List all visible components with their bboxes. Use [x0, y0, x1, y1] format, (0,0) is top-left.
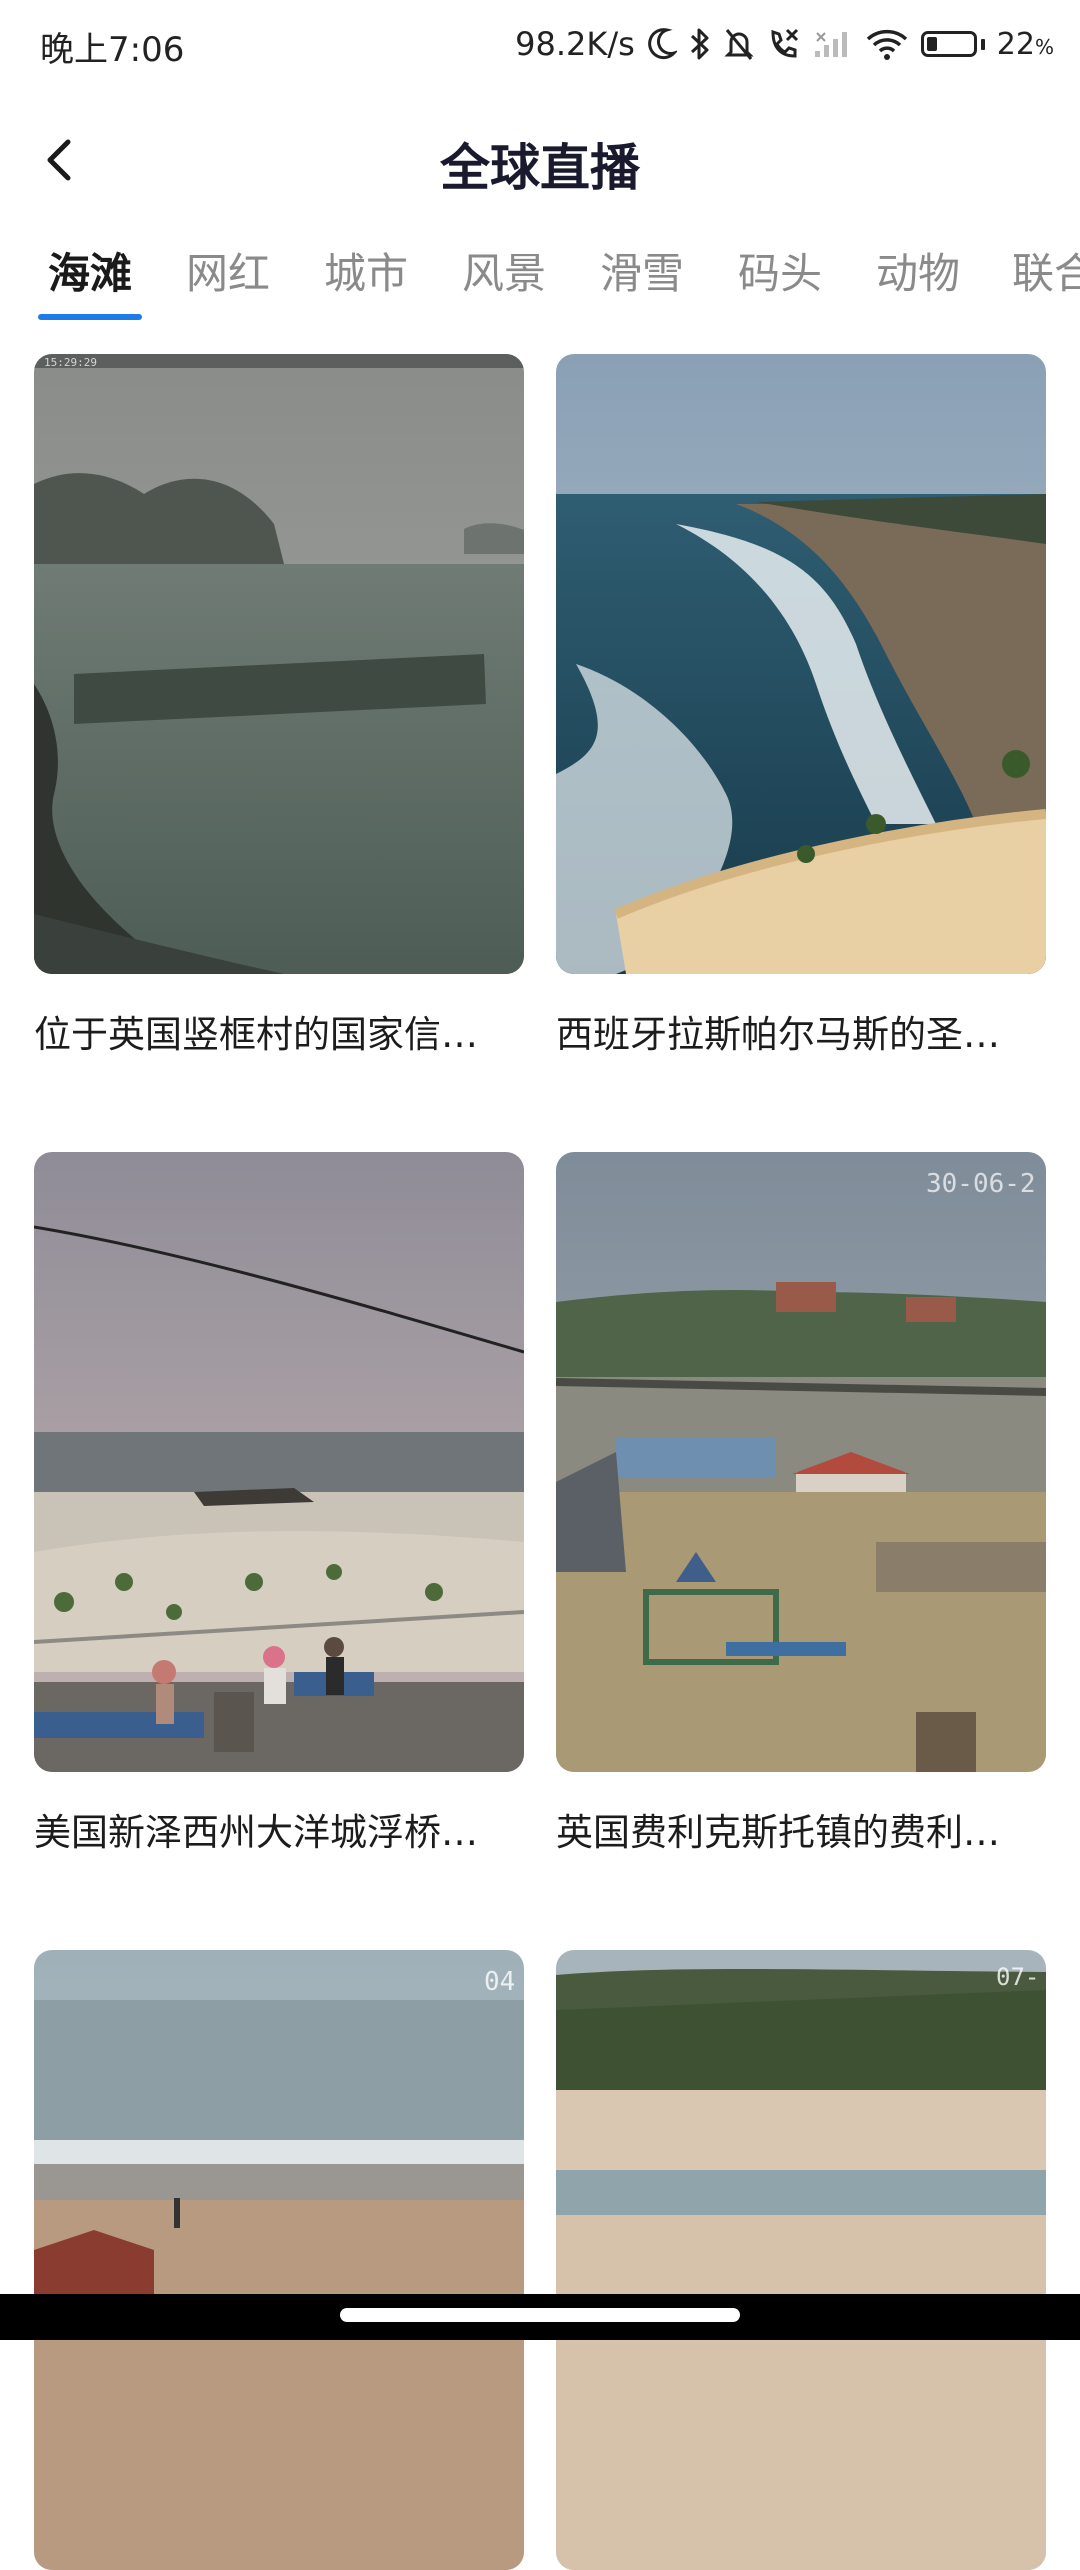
card-title: 美国新泽西州大洋城浮桥…: [34, 1811, 478, 1854]
video-timestamp: 07-: [996, 1963, 1039, 1991]
live-card[interactable]: 西班牙拉斯帕尔马斯的圣…: [556, 354, 1046, 1058]
active-tab-indicator: [38, 314, 142, 320]
cellular-signal-icon: [813, 29, 853, 59]
bluetooth-icon: [689, 26, 711, 62]
bell-muted-icon: [723, 26, 755, 62]
battery-icon: [920, 31, 985, 57]
tab-united[interactable]: 联合: [1012, 240, 1080, 301]
live-thumbnail[interactable]: 30-06-2: [556, 1152, 1046, 1772]
status-icons: 98.2K/s 22%: [515, 20, 1054, 68]
status-time: 晚上7:06: [40, 30, 185, 70]
live-card[interactable]: 15:29:29 位于英国竖框村的国家信…: [34, 354, 524, 1058]
video-timestamp: 04: [484, 1967, 515, 1997]
call-forward-icon: [767, 26, 801, 62]
video-timestamp: 15:29:29: [44, 356, 97, 369]
page-title: 全球直播: [440, 139, 640, 197]
live-thumbnail[interactable]: 15:29:29: [34, 354, 524, 974]
live-card[interactable]: 30-06-2 英国费利克斯托镇的费利…: [556, 1152, 1046, 1856]
live-thumbnail[interactable]: 07-: [556, 1950, 1046, 2570]
tab-beach[interactable]: 海滩: [48, 240, 132, 301]
live-card[interactable]: 美国新泽西州大洋城浮桥…: [34, 1152, 524, 1856]
category-tabs: 海滩 网红 城市 风景 滑雪 码头 动物 联合: [0, 230, 1080, 326]
status-bar: 晚上7:06 98.2K/s 22%: [0, 0, 1080, 92]
tab-dock[interactable]: 码头: [738, 240, 822, 301]
header: 全球直播: [0, 110, 1080, 210]
tab-influencer[interactable]: 网红: [186, 240, 270, 301]
tab-city[interactable]: 城市: [324, 240, 408, 301]
battery-percent: 22%: [996, 26, 1054, 62]
tab-skiing[interactable]: 滑雪: [600, 240, 684, 301]
live-card[interactable]: 04: [34, 1950, 524, 2570]
live-thumbnail[interactable]: 04: [34, 1950, 524, 2570]
tab-scenery[interactable]: 风景: [462, 240, 546, 301]
wifi-icon: [865, 27, 909, 61]
card-title: 位于英国竖框村的国家信…: [34, 1013, 478, 1056]
network-speed: 98.2K/s: [515, 25, 635, 63]
live-thumbnail[interactable]: [34, 1152, 524, 1772]
live-card[interactable]: 07-: [556, 1950, 1046, 2570]
video-timestamp: 30-06-2: [926, 1169, 1036, 1199]
moon-icon: [647, 27, 677, 61]
card-title: 英国费利克斯托镇的费利…: [556, 1811, 1000, 1854]
live-thumbnail[interactable]: [556, 354, 1046, 974]
tab-animals[interactable]: 动物: [876, 240, 960, 301]
card-title: 西班牙拉斯帕尔马斯的圣…: [556, 1013, 1000, 1056]
navigation-bar: [0, 2294, 1080, 2340]
home-indicator[interactable]: [340, 2308, 740, 2322]
